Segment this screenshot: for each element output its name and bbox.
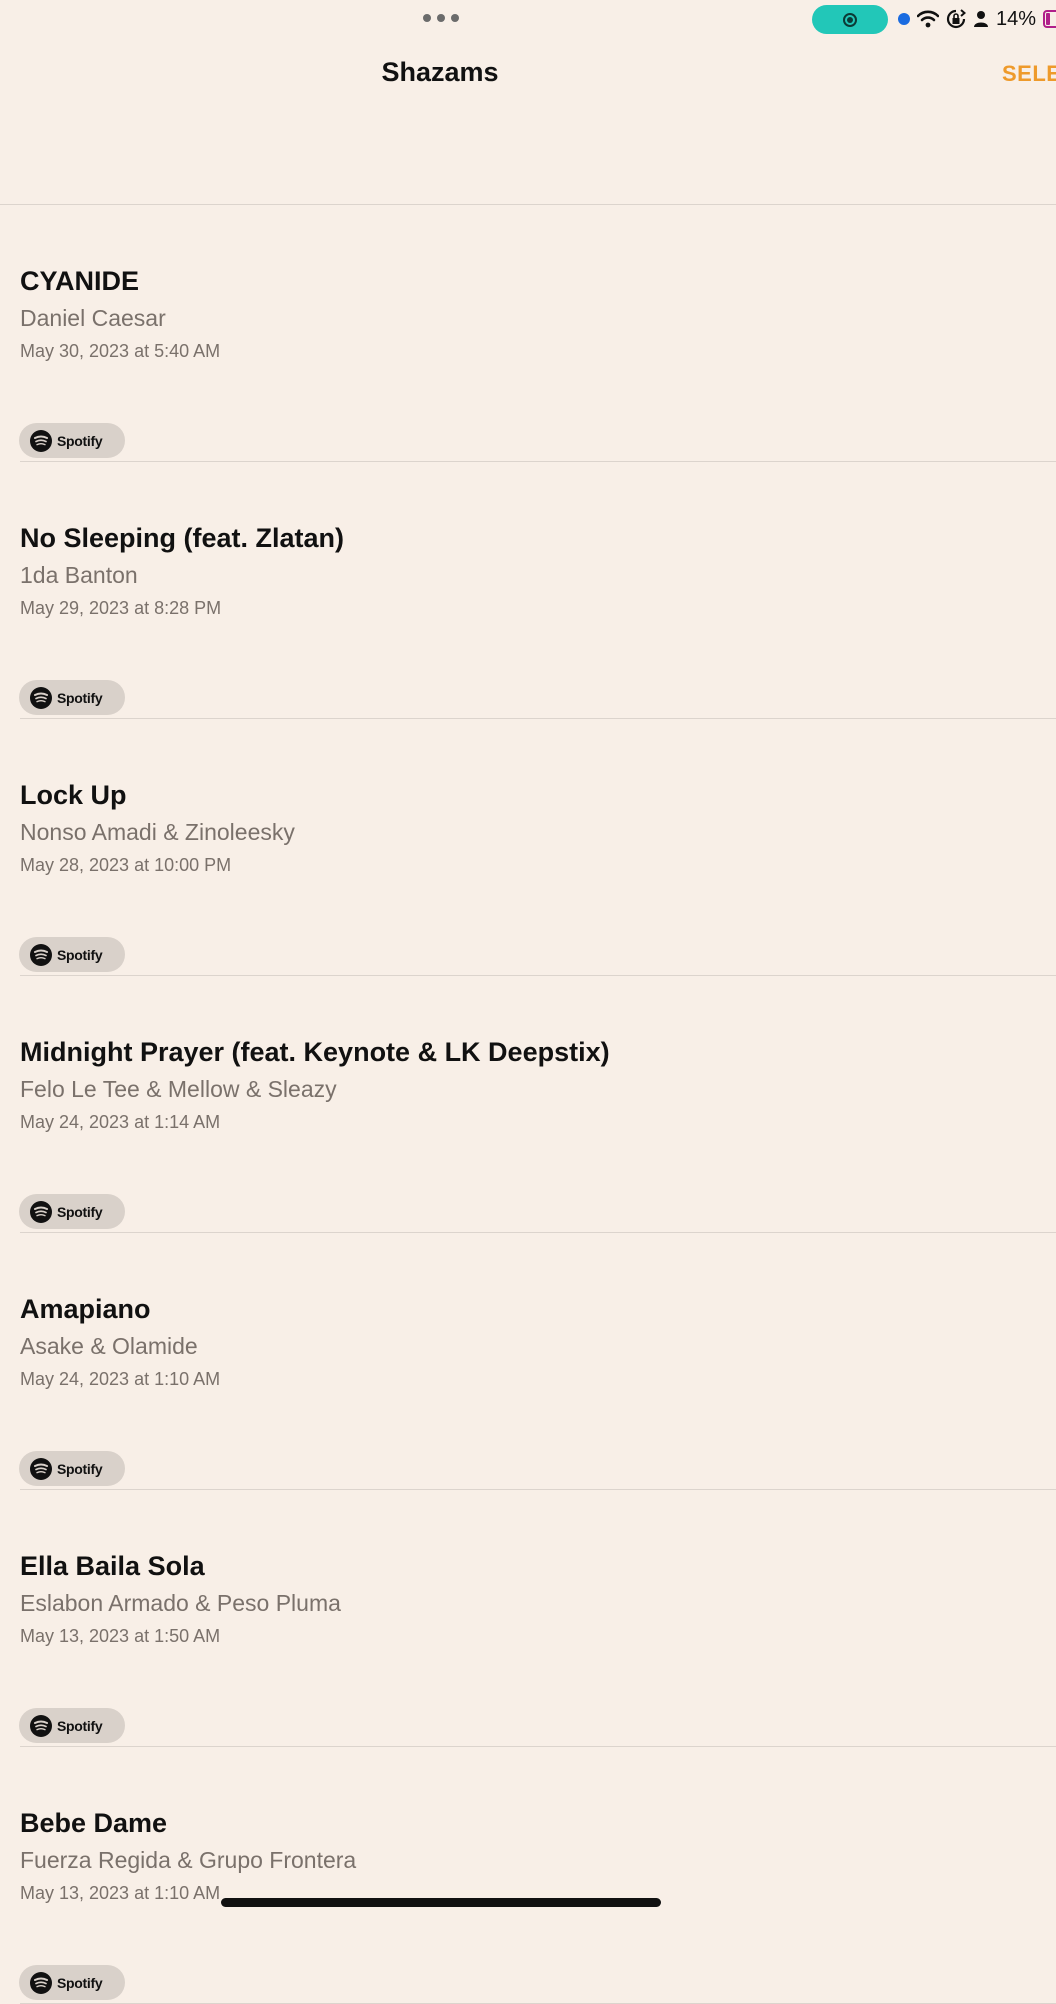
shazam-date: May 13, 2023 at 1:50 AM <box>20 1626 221 1646</box>
spotify-icon <box>30 1200 52 1223</box>
spotify-icon <box>30 1457 52 1480</box>
status-icons: 14% <box>898 6 1056 32</box>
person-icon <box>974 11 988 27</box>
select-button[interactable]: SELE <box>1002 61 1056 87</box>
artist-name: 1da Banton <box>20 562 138 588</box>
shazam-date: May 29, 2023 at 8:28 PM <box>20 598 222 618</box>
spotify-icon <box>30 943 52 966</box>
list-item[interactable]: No Sleeping (feat. Zlatan) 1da Banton Ma… <box>0 462 1056 719</box>
more-dots-icon[interactable] <box>423 14 459 22</box>
list-item[interactable]: Ella Baila Sola Eslabon Armado & Peso Pl… <box>0 1490 1056 1747</box>
song-title: No Sleeping (feat. Zlatan) <box>20 523 345 553</box>
page-title: Shazams <box>381 57 499 87</box>
song-title: Ella Baila Sola <box>20 1551 205 1581</box>
song-title: Amapiano <box>20 1294 151 1324</box>
artist-name: Nonso Amadi & Zinoleesky <box>20 819 295 845</box>
list-item[interactable]: Midnight Prayer (feat. Keynote & LK Deep… <box>0 976 1056 1233</box>
spotify-label: Spotify <box>57 1460 103 1477</box>
spotify-button[interactable]: Spotify <box>19 423 125 458</box>
spotify-label: Spotify <box>57 946 103 963</box>
status-bar: 14% <box>0 0 1056 40</box>
spotify-label: Spotify <box>57 689 103 706</box>
artist-name: Fuerza Regida & Grupo Frontera <box>20 1847 357 1873</box>
song-title: Bebe Dame <box>20 1808 168 1838</box>
spotify-icon <box>30 1714 52 1737</box>
battery-icon <box>1043 10 1056 28</box>
artist-name: Daniel Caesar <box>20 305 166 331</box>
spotify-button[interactable]: Spotify <box>19 937 125 972</box>
list-item[interactable]: Amapiano Asake & Olamide May 24, 2023 at… <box>0 1233 1056 1490</box>
song-title: CYANIDE <box>20 266 140 296</box>
spotify-button[interactable]: Spotify <box>19 1194 125 1229</box>
shazam-date: May 24, 2023 at 1:10 AM <box>20 1369 221 1389</box>
spotify-icon <box>30 1971 52 1994</box>
location-dot-icon <box>898 13 910 25</box>
artist-name: Felo Le Tee & Mellow & Sleazy <box>20 1076 337 1102</box>
spotify-button[interactable]: Spotify <box>19 1708 125 1743</box>
list-item[interactable]: Lock Up Nonso Amadi & Zinoleesky May 28,… <box>0 719 1056 976</box>
screen-record-indicator[interactable] <box>812 5 888 34</box>
rotation-lock-icon <box>946 9 966 29</box>
shazam-date: May 28, 2023 at 10:00 PM <box>20 855 232 875</box>
spotify-button[interactable]: Spotify <box>19 1965 125 2000</box>
spotify-button[interactable]: Spotify <box>19 1451 125 1486</box>
spotify-icon <box>30 429 52 452</box>
spotify-icon <box>30 686 52 709</box>
song-title: Midnight Prayer (feat. Keynote & LK Deep… <box>20 1037 610 1067</box>
spotify-label: Spotify <box>57 1717 103 1734</box>
spotify-label: Spotify <box>57 1203 103 1220</box>
spotify-button[interactable]: Spotify <box>19 680 125 715</box>
song-title: Lock Up <box>20 780 127 810</box>
artist-name: Eslabon Armado & Peso Pluma <box>20 1590 341 1616</box>
spotify-label: Spotify <box>57 1974 103 1991</box>
artist-name: Asake & Olamide <box>20 1333 198 1359</box>
shazam-date: May 13, 2023 at 1:10 AM <box>20 1883 221 1903</box>
screen-record-icon <box>843 12 857 27</box>
battery-percent: 14% <box>996 7 1037 30</box>
list-item[interactable]: Bebe Dame Fuerza Regida & Grupo Frontera… <box>0 1747 1056 2004</box>
list-item[interactable]: CYANIDE Daniel Caesar May 30, 2023 at 5:… <box>0 205 1056 462</box>
shazam-list: CYANIDE Daniel Caesar May 30, 2023 at 5:… <box>0 205 1056 2004</box>
home-indicator[interactable] <box>221 1898 661 1907</box>
shazam-date: May 30, 2023 at 5:40 AM <box>20 341 221 361</box>
shazam-date: May 24, 2023 at 1:14 AM <box>20 1112 221 1132</box>
spotify-label: Spotify <box>57 432 103 449</box>
wifi-icon <box>917 10 939 28</box>
